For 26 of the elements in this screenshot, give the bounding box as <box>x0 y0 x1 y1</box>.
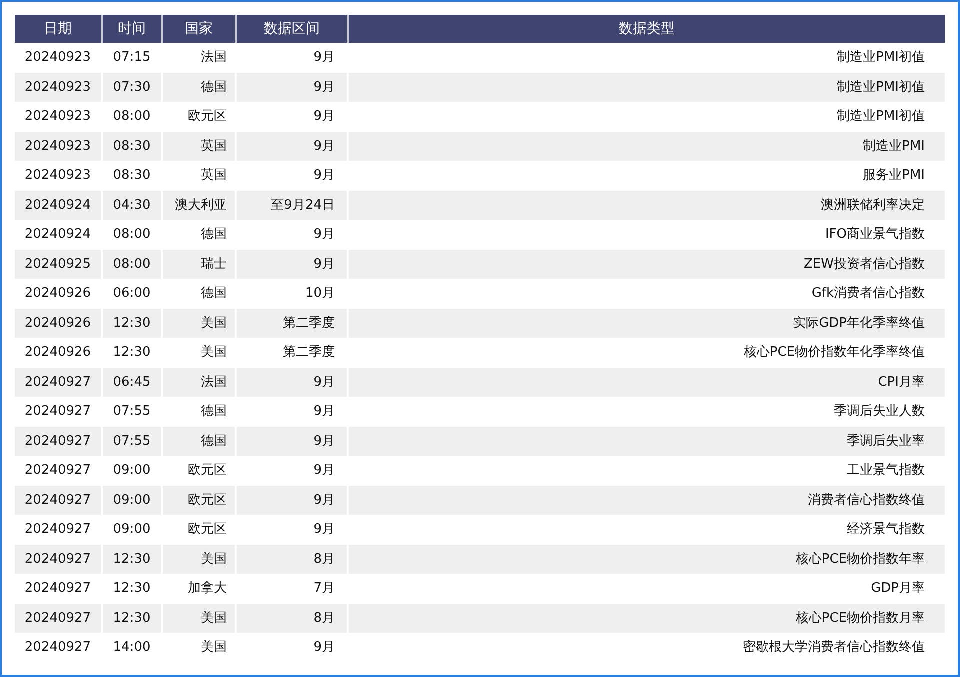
table-cell-text: IFO商业景气指数 <box>824 226 926 244</box>
table-cell-text: 制造业PMI初值 <box>836 49 926 67</box>
table-cell-text: 经济景气指数 <box>846 521 926 539</box>
table-cell-text: 实际GDP年化季率终值 <box>792 314 926 332</box>
table-cell-text: 核心PCE物价指数月率 <box>794 610 926 628</box>
table-cell: 14:00 <box>103 633 163 662</box>
table-cell-text: 服务业PMI <box>862 167 926 185</box>
table-cell-text: 制造业PMI初值 <box>836 78 926 96</box>
table-cell-text: CPI月率 <box>877 374 926 392</box>
table-cell-text: 工业景气指数 <box>846 462 926 480</box>
table-cell-text: Gfk消费者信心指数 <box>810 285 926 303</box>
table-cell-text: 季调后失业率 <box>846 432 926 450</box>
table-cell: 9月 <box>237 633 349 662</box>
table-cell-text: 制造业PMI初值 <box>836 108 926 126</box>
table-cell-text: ZEW投资者信心指数 <box>803 256 926 274</box>
table-cell: 20240927 <box>15 633 103 662</box>
column-header: 数据类型 <box>618 20 676 38</box>
table-cell-text: 核心PCE物价指数年率 <box>794 550 926 568</box>
table-cell-text: 澳洲联储利率决定 <box>820 196 926 214</box>
table-cell-text: GDP月率 <box>870 580 926 598</box>
table-cell: 美国 <box>163 633 237 662</box>
table-cell-text: 核心PCE物价指数年化季率终值 <box>742 344 926 362</box>
table-cell-text: 制造业PMI <box>862 138 926 156</box>
table-cell-text: 消费者信心指数终值 <box>807 492 926 510</box>
table-cell-text: 密歇根大学消费者信心指数终值 <box>742 639 926 657</box>
table-cell-text: 季调后失业人数 <box>833 403 926 421</box>
